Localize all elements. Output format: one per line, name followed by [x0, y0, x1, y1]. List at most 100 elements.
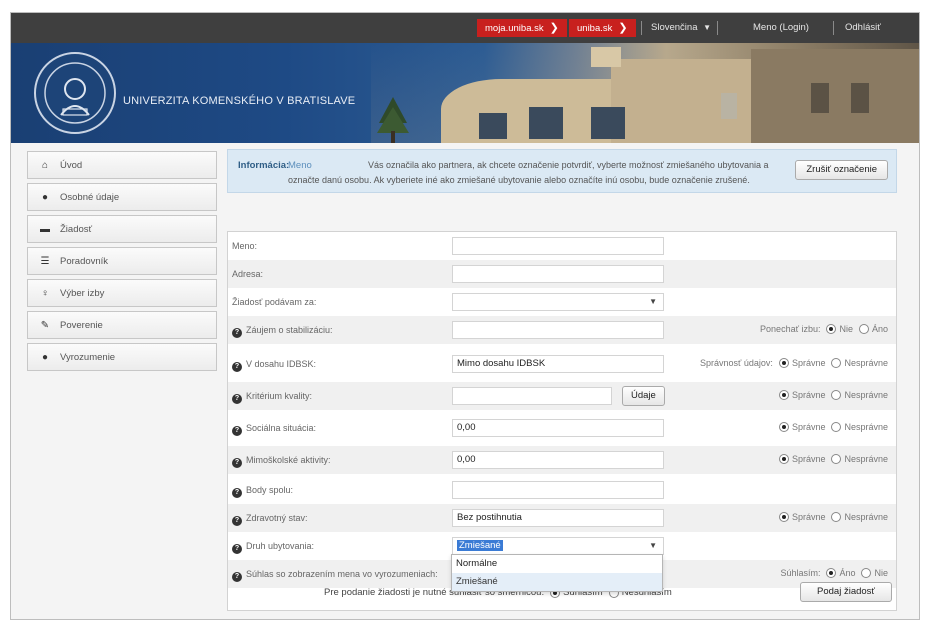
field-label: ? Záujem o stabilizáciu:: [232, 325, 333, 338]
agree-label: Súhlasím:: [780, 568, 821, 578]
correct-radio[interactable]: [778, 454, 789, 464]
form-row-adresa: Adresa:: [228, 260, 896, 288]
divider: [833, 21, 834, 35]
form-row-socialna: ? Sociálna situácia: 0,00 Správne Nespráv…: [228, 414, 896, 442]
health-field[interactable]: Bez postihnutia: [452, 509, 664, 527]
form-row-stabilizacia: ? Záujem o stabilizáciu: Ponechať izbu: N…: [228, 316, 896, 344]
correctness-group: Správne Nesprávne: [773, 422, 888, 432]
university-name: UNIVERZITA KOMENSKÉHO V BRATISLAVE: [123, 95, 356, 107]
window-shape: [811, 83, 829, 113]
radio-label: Nie: [839, 324, 853, 334]
correct-radio[interactable]: [778, 512, 789, 522]
sidebar-item-ziadost[interactable]: ▬ Žiadosť: [27, 215, 217, 243]
uniba-label: uniba.sk: [577, 23, 613, 34]
user-icon: ●: [41, 191, 49, 203]
name-field[interactable]: [452, 237, 664, 255]
info-label: Informácia:: [238, 160, 290, 171]
radio-label: Nie: [874, 568, 888, 578]
keep-room-yes-radio[interactable]: [858, 324, 869, 334]
stabilization-field[interactable]: [452, 321, 664, 339]
window-shape: [851, 83, 869, 113]
details-button[interactable]: Údaje: [622, 386, 665, 406]
window-shape: [479, 113, 507, 139]
card-icon: ▬: [40, 223, 50, 235]
incorrect-radio[interactable]: [831, 512, 842, 522]
field-label: ? Kritérium kvality:: [232, 391, 312, 404]
info-icon: ●: [41, 351, 49, 363]
agree-no-radio[interactable]: [861, 568, 872, 578]
accommodation-type-select[interactable]: Zmiešané ▼: [452, 537, 664, 555]
language-selector[interactable]: Slovenčina ▼: [651, 19, 711, 37]
lightbulb-icon: ♀: [41, 287, 49, 299]
divider: [717, 21, 718, 35]
field-label: ? Sociálna situácia:: [232, 423, 316, 436]
language-label: Slovenčina: [651, 22, 698, 33]
app-window: moja.uniba.sk ❯ uniba.sk ❯ Slovenčina ▼ Me…: [10, 12, 920, 620]
field-label-text: Mimoškolské aktivity:: [246, 455, 331, 465]
incorrect-radio[interactable]: [831, 358, 842, 368]
dropdown-option-zmiesane[interactable]: Zmiešané: [452, 573, 662, 591]
form-row-kriterium: ? Kritérium kvality: Údaje Správne Nesprá…: [228, 382, 896, 410]
incorrect-radio[interactable]: [831, 454, 842, 464]
quality-field[interactable]: [452, 387, 612, 405]
sidebar-item-poverenie[interactable]: ✎ Poverenie: [27, 311, 217, 339]
sidebar-item-vyrozumenie[interactable]: ● Vyrozumenie: [27, 343, 217, 371]
correctness-group: Správne Nesprávne: [773, 390, 888, 400]
correct-radio[interactable]: [778, 422, 789, 432]
address-field[interactable]: [452, 265, 664, 283]
dropdown-option-normalne[interactable]: Normálne: [452, 555, 662, 573]
agree-yes-radio[interactable]: [826, 568, 837, 578]
field-label-text: Záujem o stabilizáciu:: [246, 325, 333, 335]
user-name[interactable]: Meno (Login): [753, 19, 809, 37]
idbsk-field[interactable]: Mimo dosahu IDBSK: [452, 355, 664, 373]
building-shape: [751, 49, 919, 143]
form-row-mimoskolske: ? Mimoškolské aktivity: 0,00 Správne Nesp…: [228, 446, 896, 474]
apply-for-select[interactable]: ▼: [452, 293, 664, 311]
incorrect-radio[interactable]: [831, 390, 842, 400]
cancel-marking-button[interactable]: Zrušiť označenie: [795, 160, 888, 180]
sidebar-item-label: Osobné údaje: [60, 191, 120, 203]
sidebar-item-uvod[interactable]: ⌂ Úvod: [27, 151, 217, 179]
edit-icon: ✎: [40, 319, 50, 331]
radio-label: Nesprávne: [844, 454, 888, 464]
info-text-line1: Vás označila ako partnera, ak chcete ozn…: [368, 160, 769, 170]
keep-room-group: Ponechať izbu: Nie Áno: [760, 324, 888, 334]
social-situation-field[interactable]: 0,00: [452, 419, 664, 437]
moja-uniba-link[interactable]: moja.uniba.sk ❯: [477, 19, 567, 37]
radio-label: Áno: [839, 568, 856, 578]
info-icon: ?: [232, 328, 242, 338]
field-label: ? Mimoškolské aktivity:: [232, 455, 331, 468]
field-label: ? Druh ubytovania:: [232, 541, 314, 554]
uniba-link[interactable]: uniba.sk ❯: [569, 19, 636, 37]
field-label: ? Súhlas so zobrazením mena vo vyrozumeni…: [232, 569, 438, 582]
window-shape: [721, 93, 737, 119]
caret-down-icon: ▼: [649, 297, 657, 306]
sidebar-item-poradovnik[interactable]: ☰ Poradovník: [27, 247, 217, 275]
info-text-line2: označte danú osobu. Ak vyberiete iné ako…: [288, 175, 750, 185]
info-icon: ?: [232, 488, 242, 498]
incorrect-radio[interactable]: [831, 422, 842, 432]
sidebar-item-label: Vyrozumenie: [60, 351, 116, 363]
top-bar: moja.uniba.sk ❯ uniba.sk ❯ Slovenčina ▼ Me…: [11, 13, 919, 43]
submit-application-button[interactable]: Podaj žiadosť: [800, 582, 892, 602]
correct-radio[interactable]: [778, 358, 789, 368]
radio-label: Nesprávne: [844, 390, 888, 400]
sidebar-item-label: Poradovník: [60, 255, 109, 267]
sidebar-item-vyber-izby[interactable]: ♀ Výber izby: [27, 279, 217, 307]
building-shape: [591, 47, 621, 67]
caret-down-icon: ▼: [649, 541, 657, 550]
correct-radio[interactable]: [778, 390, 789, 400]
logout-link[interactable]: Odhlásiť: [845, 19, 881, 37]
form-row-meno: Meno:: [228, 232, 896, 260]
total-points-field[interactable]: [452, 481, 664, 499]
window-shape: [529, 107, 563, 139]
sidebar-item-osobne-udaje[interactable]: ● Osobné údaje: [27, 183, 217, 211]
field-label: Žiadosť podávam za:: [232, 297, 317, 307]
keep-room-no-radio[interactable]: [826, 324, 837, 334]
info-icon: ?: [232, 394, 242, 404]
activities-field[interactable]: 0,00: [452, 451, 664, 469]
info-icon: ?: [232, 362, 242, 372]
sidebar-item-label: Úvod: [60, 159, 83, 171]
field-label: ? Body spolu:: [232, 485, 293, 498]
sidebar-item-label: Žiadosť: [60, 223, 93, 235]
